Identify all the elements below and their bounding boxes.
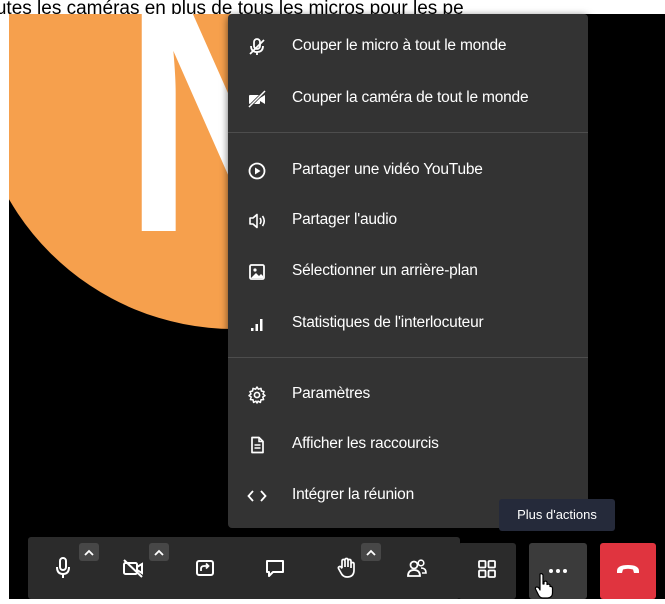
menu-item-label: Couper la caméra de tout le monde (292, 89, 529, 106)
menu-item-label: Afficher les raccourcis (292, 435, 439, 452)
more-actions-tooltip: Plus d'actions (499, 499, 615, 531)
camera-button[interactable] (120, 557, 146, 583)
code-icon (246, 485, 268, 507)
document-icon (246, 434, 268, 456)
menu-item-label: Intégrer la réunion (292, 486, 415, 503)
hand-cursor-icon (534, 572, 554, 599)
chevron-up-icon (154, 543, 164, 561)
menu-item-label: Paramètres (292, 385, 371, 402)
chat-button[interactable] (262, 557, 288, 583)
signal-bars-icon (246, 313, 268, 335)
screen-share-icon (194, 557, 216, 584)
mic-off-icon (246, 36, 268, 58)
microphone-icon (52, 556, 74, 585)
hangup-button[interactable] (600, 543, 656, 599)
menu-item-label: Sélectionner un arrière-plan (292, 262, 478, 279)
camera-off-icon (246, 88, 268, 110)
screen-share-button[interactable] (192, 557, 218, 583)
menu-item-shortcuts[interactable]: Afficher les raccourcis (228, 424, 588, 464)
menu-item-label: Partager l'audio (292, 211, 397, 228)
speaker-icon (246, 210, 268, 232)
hangup-icon (615, 562, 641, 581)
camera-options-caret[interactable] (149, 543, 169, 561)
microphone-options-caret[interactable] (79, 543, 99, 561)
chat-icon (264, 557, 286, 584)
raise-hand-button[interactable] (333, 557, 359, 583)
menu-divider (228, 357, 588, 358)
chevron-up-icon (366, 543, 376, 561)
menu-item-settings[interactable]: Paramètres (228, 374, 588, 414)
menu-item-mute-everyone[interactable]: Couper le micro à tout le monde (228, 26, 588, 66)
menu-item-label: Partager une vidéo YouTube (292, 161, 483, 178)
participants-icon (405, 557, 429, 584)
menu-item-select-background[interactable]: Sélectionner un arrière-plan (228, 251, 588, 291)
play-circle-icon (246, 160, 268, 182)
camera-off-icon (121, 557, 145, 584)
more-actions-menu: Couper le micro à tout le monde Couper l… (228, 14, 588, 528)
microphone-button[interactable] (50, 556, 76, 585)
menu-divider (228, 132, 588, 133)
menu-item-label: Couper le micro à tout le monde (292, 37, 507, 54)
chevron-up-icon (84, 543, 94, 561)
menu-item-share-youtube[interactable]: Partager une vidéo YouTube (228, 150, 588, 190)
menu-item-share-audio[interactable]: Partager l'audio (228, 200, 588, 240)
raise-hand-icon (335, 556, 357, 585)
gear-icon (246, 384, 268, 406)
menu-item-speaker-stats[interactable]: Statistiques de l'interlocuteur (228, 303, 588, 343)
menu-item-label: Statistiques de l'interlocuteur (292, 314, 484, 331)
menu-item-stop-everyone-video[interactable]: Couper la caméra de tout le monde (228, 78, 588, 118)
tile-view-icon (476, 558, 498, 585)
image-icon (246, 261, 268, 283)
participants-button[interactable] (404, 557, 430, 583)
reactions-options-caret[interactable] (361, 543, 381, 561)
tile-view-button[interactable] (458, 543, 516, 599)
